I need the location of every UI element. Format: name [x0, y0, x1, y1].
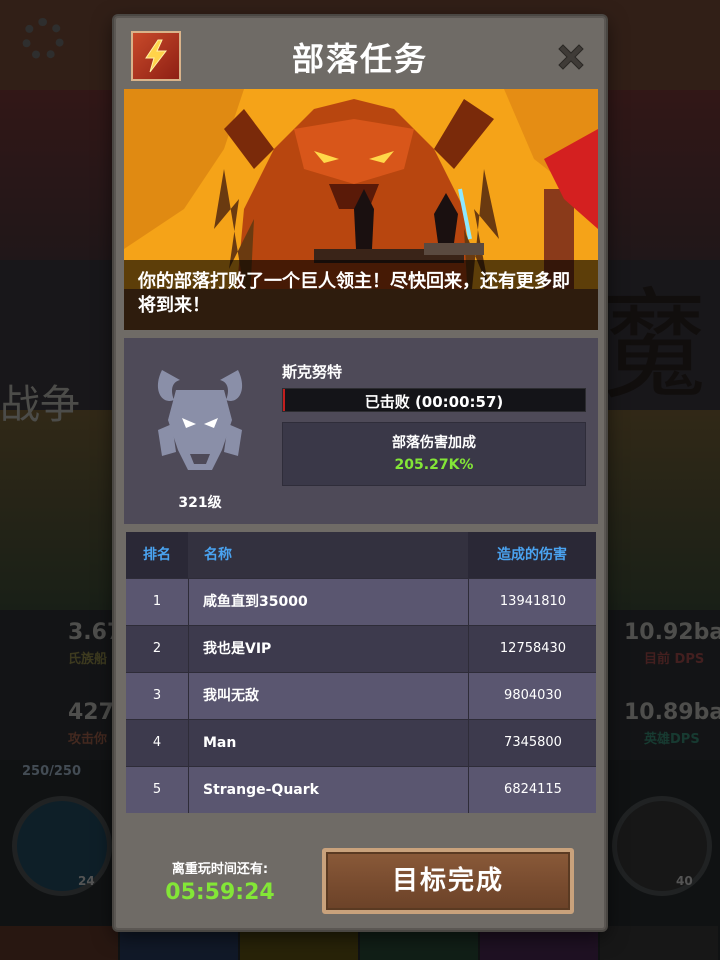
rank-cell: 1 — [152, 594, 162, 609]
replay-timer-value: 05:59:24 — [165, 880, 275, 905]
clan-quest-dialog: 部落任务 你的部落打败了一个巨人领主！尽快回来，还有更多即将到来！ 321级 斯… — [114, 16, 606, 930]
header-name: 名称 — [188, 532, 468, 578]
damage-cell: 7345800 — [468, 720, 597, 766]
table-row[interactable]: 3 我叫无敌 9804030 — [126, 672, 596, 719]
boss-status: 已击败 (00:00:57) — [364, 393, 504, 411]
clan-damage-bonus-box: 部落伤害加成 205.27K% — [282, 422, 586, 486]
rank-cell: 5 — [152, 782, 162, 797]
rank-cell: 3 — [152, 688, 162, 703]
rank-cell: 4 — [152, 735, 162, 750]
replay-timer-label: 离重玩时间还有: — [171, 862, 269, 877]
rank-cell: 2 — [152, 641, 162, 656]
table-row[interactable]: 4 Man 7345800 — [126, 719, 596, 766]
goal-complete-button[interactable]: 目标完成 — [322, 848, 574, 914]
damage-cell: 12758430 — [468, 626, 597, 672]
boss-level: 321级 — [178, 495, 222, 511]
player-name-cell: Man — [188, 720, 468, 766]
header-damage: 造成的伤害 — [497, 547, 567, 563]
close-icon[interactable] — [554, 40, 588, 74]
damage-ranking-table: 排名 名称 造成的伤害 1 咸鱼直到35000 13941810 2 我也是VI… — [126, 532, 596, 813]
table-header: 排名 名称 造成的伤害 — [126, 532, 596, 578]
boss-health-bar: 已击败 (00:00:57) — [282, 388, 586, 412]
damage-cell: 13941810 — [468, 579, 597, 625]
table-row[interactable]: 5 Strange-Quark 6824115 — [126, 766, 596, 813]
victory-message: 你的部落打败了一个巨人领主！尽快回来，还有更多即将到来！ — [124, 260, 598, 330]
player-name-cell: 我也是VIP — [188, 626, 468, 672]
bonus-label: 部落伤害加成 — [392, 435, 476, 451]
boss-name: 斯克努特 — [282, 363, 343, 381]
damage-cell: 6824115 — [468, 767, 597, 813]
victory-banner: 你的部落打败了一个巨人领主！尽快回来，还有更多即将到来！ — [124, 89, 598, 330]
player-name-cell: 我叫无敌 — [188, 673, 468, 719]
dialog-title: 部落任务 — [291, 40, 428, 78]
table-row[interactable]: 1 咸鱼直到35000 13941810 — [126, 578, 596, 625]
header-rank: 排名 — [143, 547, 171, 563]
bonus-value: 205.27K% — [394, 457, 474, 473]
damage-cell: 9804030 — [468, 673, 597, 719]
boss-panel: 321级 斯克努特 已击败 (00:00:57) 部落伤害加成 205.27K% — [124, 338, 598, 524]
player-name-cell: 咸鱼直到35000 — [188, 579, 468, 625]
player-name-cell: Strange-Quark — [188, 767, 468, 813]
titan-mask-icon — [157, 370, 243, 470]
dialog-header: 部落任务 — [116, 18, 604, 94]
table-row[interactable]: 2 我也是VIP 12758430 — [126, 625, 596, 672]
